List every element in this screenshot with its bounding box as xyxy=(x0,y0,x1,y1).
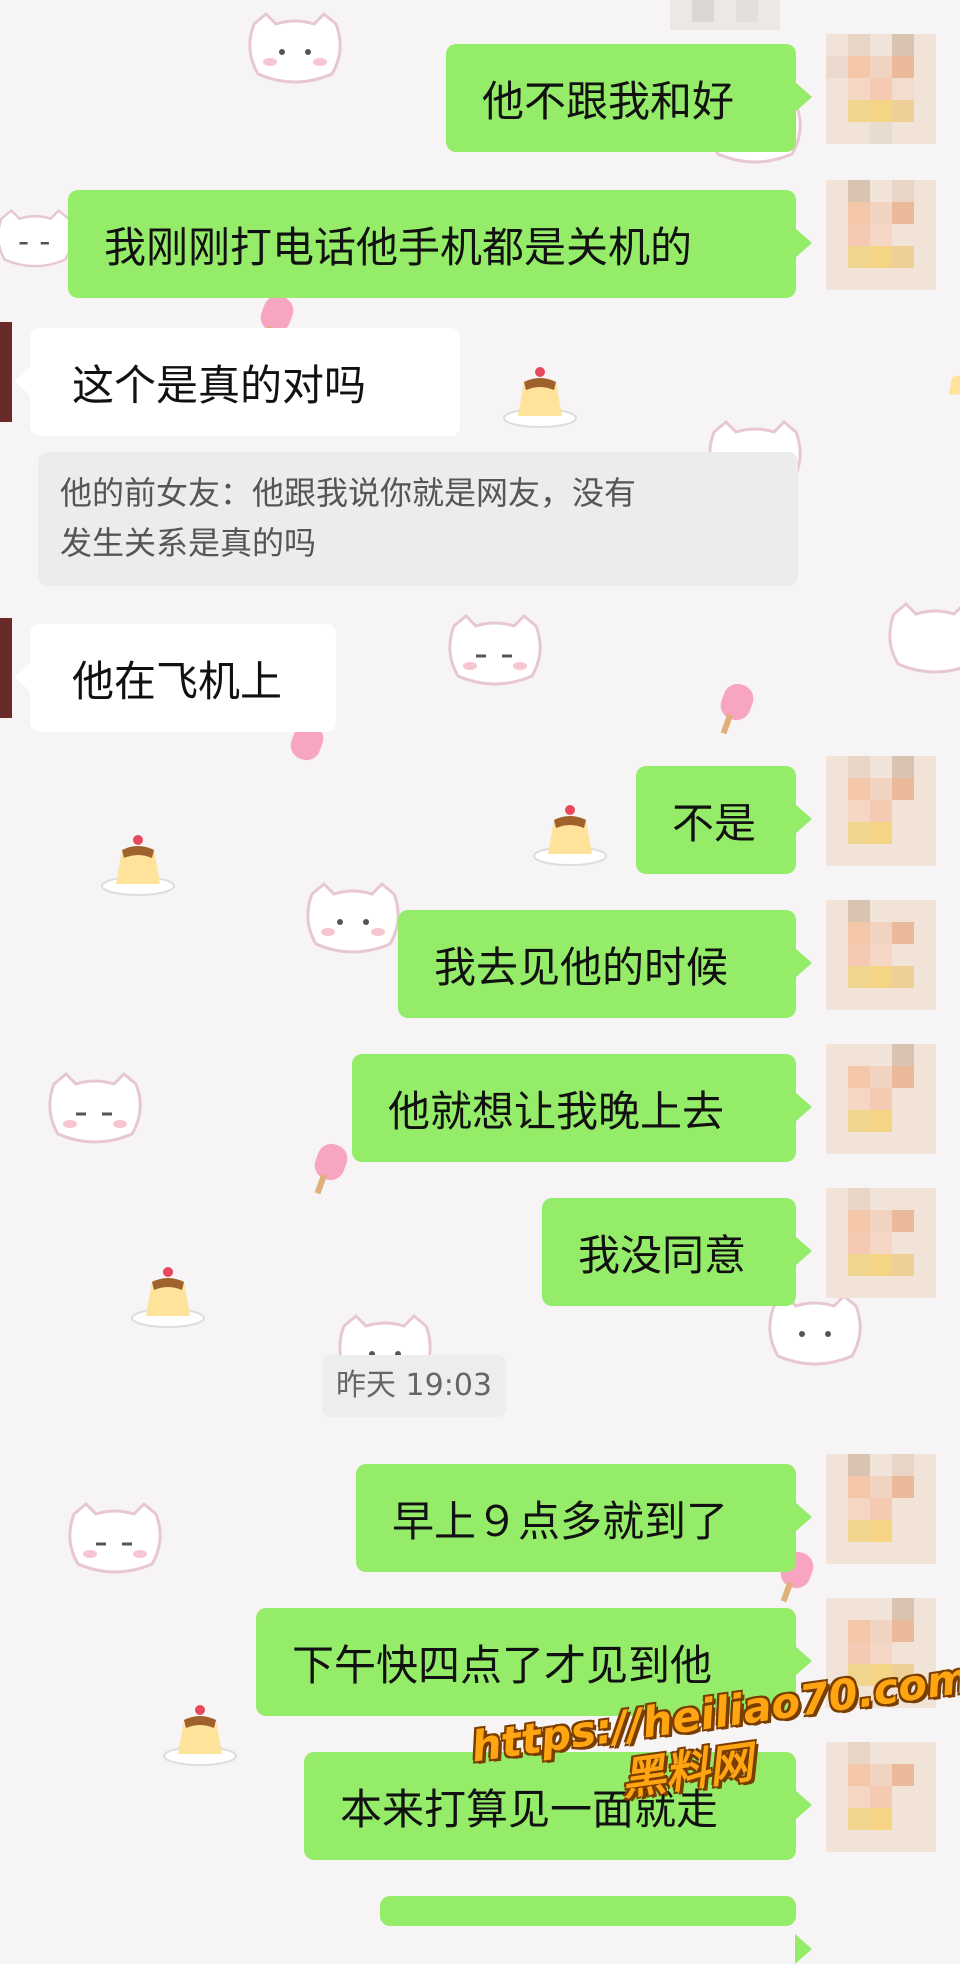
message-bubble-outgoing[interactable]: 早上９点多就到了 xyxy=(356,1464,812,1572)
message-bubble-outgoing[interactable]: 我去见他的时候 xyxy=(398,910,812,1018)
message-bubble-outgoing[interactable]: 我没同意 xyxy=(542,1198,812,1306)
wallpaper-pudding-icon xyxy=(503,367,577,428)
quoted-message-line: 他的前女友：他跟我说你就是网友，没有 xyxy=(60,474,637,512)
message-bubble-outgoing[interactable]: 他不跟我和好 xyxy=(446,44,812,152)
wallpaper-cat-icon xyxy=(448,613,542,686)
message-bubble-outgoing[interactable]: 不是 xyxy=(636,766,812,874)
wallpaper-pudding-icon xyxy=(163,1705,237,1766)
avatar-left[interactable] xyxy=(0,618,12,718)
avatar-pixelated[interactable] xyxy=(826,900,936,1010)
quoted-message-line: 发生关系是真的吗 xyxy=(60,524,317,562)
wallpaper-pudding-icon xyxy=(949,375,960,395)
message-bubble-outgoing-partial[interactable] xyxy=(380,1896,812,1964)
wallpaper-pudding-icon xyxy=(101,835,175,896)
message-bubble-incoming[interactable]: 这个是真的对吗 xyxy=(14,328,460,436)
wallpaper-cat-icon xyxy=(306,881,400,954)
wallpaper-pudding-icon xyxy=(533,805,607,866)
message-bubble-outgoing[interactable]: 他就想让我晚上去 xyxy=(352,1054,812,1162)
avatar-pixelated[interactable] xyxy=(826,1044,936,1154)
avatar-left[interactable] xyxy=(0,322,12,422)
quoted-message[interactable]: 他的前女友：他跟我说你就是网友，没有 发生关系是真的吗 xyxy=(38,452,798,586)
wallpaper-popsicle-icon xyxy=(720,683,754,735)
message-bubble-incoming[interactable]: 他在飞机上 xyxy=(14,624,336,732)
wallpaper-cat-icon xyxy=(248,11,342,84)
wallpaper-cat-icon xyxy=(48,1071,142,1144)
timestamp: 昨天 19:03 xyxy=(322,1355,506,1417)
avatar-pixelated[interactable] xyxy=(826,180,936,290)
avatar-pixelated[interactable] xyxy=(826,1454,936,1564)
avatar-pixelated[interactable] xyxy=(826,756,936,866)
avatar-pixelated[interactable] xyxy=(826,34,936,144)
message-bubble-outgoing[interactable]: 我刚刚打电话他手机都是关机的 xyxy=(68,190,812,298)
wallpaper-pudding-icon xyxy=(131,1267,205,1328)
wallpaper-popsicle-icon xyxy=(314,1143,348,1195)
avatar-pixelated[interactable] xyxy=(826,1188,936,1298)
wallpaper-cat-icon xyxy=(68,1501,162,1574)
wallpaper-cat-icon xyxy=(888,601,960,674)
avatar-pixelated xyxy=(670,0,780,30)
